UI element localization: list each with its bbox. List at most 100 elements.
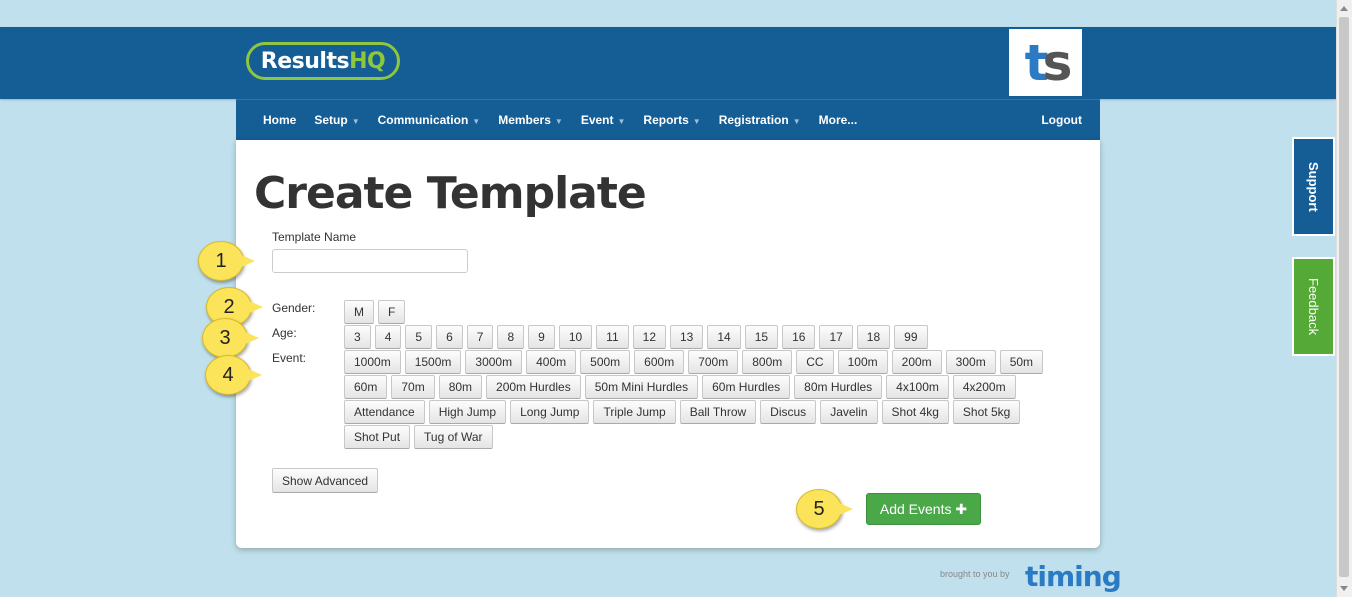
event-button-discus[interactable]: Discus (760, 400, 817, 424)
callout-5: 5 (796, 489, 853, 529)
event-button-shot-5kg[interactable]: Shot 5kg (952, 400, 1021, 424)
event-button-500m[interactable]: 500m (580, 350, 631, 374)
timing-solutions-logo: ts (1009, 29, 1082, 96)
nav-item-registration[interactable]: Registration ▼ (710, 113, 810, 127)
age-label: Age: (272, 326, 297, 340)
age-button-12[interactable]: 12 (632, 325, 666, 349)
event-row: 1000m 1500m 3000m 400m 500m 600m 700m 800m CC 100… (344, 350, 1044, 374)
gender-label: Gender: (272, 301, 316, 315)
event-button-300m[interactable]: 300m (945, 350, 996, 374)
template-name-label: Template Name (272, 230, 357, 244)
scroll-down-arrow-icon[interactable] (1340, 586, 1348, 591)
age-button-16[interactable]: 16 (782, 325, 816, 349)
gender-button-m[interactable]: M (344, 300, 374, 324)
resultshq-logo[interactable]: Results HQ (246, 42, 400, 80)
event-button-50m[interactable]: 50m (999, 350, 1044, 374)
callout-4: 4 (205, 355, 262, 395)
nav-item-members[interactable]: Members ▼ (489, 113, 572, 127)
page-title: Create Template (254, 168, 647, 219)
event-button-attendance[interactable]: Attendance (344, 400, 425, 424)
nav-item-label: Registration (718, 113, 789, 127)
event-button-javelin[interactable]: Javelin (820, 400, 878, 424)
caret-down-icon: ▼ (472, 117, 481, 126)
age-button-17[interactable]: 17 (819, 325, 853, 349)
nav-item-setup[interactable]: Setup ▼ (305, 113, 368, 127)
age-options: 3 4 5 6 7 8 9 10 11 12 13 14 15 16 17 18 99 (344, 325, 928, 349)
event-button-70m[interactable]: 70m (391, 375, 435, 399)
feedback-tab-label: Feedback (1306, 277, 1321, 336)
vertical-scrollbar[interactable] (1336, 0, 1352, 597)
event-button-60m-hurdles[interactable]: 60m Hurdles (702, 375, 791, 399)
event-button-200m-hurdles[interactable]: 200m Hurdles (486, 375, 581, 399)
brought-to-you-text: brought to you by (940, 569, 1010, 579)
event-button-700m[interactable]: 700m (688, 350, 739, 374)
event-button-600m[interactable]: 600m (634, 350, 685, 374)
caret-down-icon: ▼ (554, 117, 563, 126)
event-button-tug-of-war[interactable]: Tug of War (414, 425, 493, 449)
nav-item-reports[interactable]: Reports ▼ (634, 113, 709, 127)
scrollbar-thumb[interactable] (1339, 17, 1349, 577)
event-button-cc[interactable]: CC (796, 350, 834, 374)
age-button-4[interactable]: 4 (374, 325, 402, 349)
nav-items: Home Setup ▼ Communication ▼ Members ▼ Event ▼ Re… (236, 113, 866, 127)
gender-options: MF (344, 300, 406, 324)
event-label: Event: (272, 351, 307, 365)
age-button-11[interactable]: 11 (596, 325, 629, 349)
event-button-400m[interactable]: 400m (526, 350, 577, 374)
scroll-up-arrow-icon[interactable] (1340, 6, 1348, 11)
age-button-3[interactable]: 3 (344, 325, 371, 349)
nav-item-more[interactable]: More... (810, 113, 867, 127)
age-button-14[interactable]: 14 (707, 325, 741, 349)
logo-main-text: Results (260, 48, 350, 74)
event-button-80m-hurdles[interactable]: 80m Hurdles (794, 375, 883, 399)
event-button-triple-jump[interactable]: Triple Jump (593, 400, 676, 424)
event-row: Attendance High Jump Long Jump Triple Jump B… (344, 400, 1021, 424)
event-button-3000m[interactable]: 3000m (465, 350, 523, 374)
event-button-60m[interactable]: 60m (344, 375, 388, 399)
logout-link[interactable]: Logout (1041, 113, 1082, 127)
age-button-15[interactable]: 15 (744, 325, 779, 349)
nav-item-event[interactable]: Event ▼ (572, 113, 635, 127)
caret-down-icon: ▼ (692, 117, 701, 126)
nav-item-label: Home (263, 113, 297, 127)
nav-item-label: Members (498, 113, 551, 127)
create-template-card: Create Template Template Name Gender: Ag… (236, 140, 1100, 548)
template-name-input[interactable] (272, 249, 468, 273)
nav-item-home[interactable]: Home (236, 113, 305, 127)
nav-item-label: Setup (314, 113, 348, 127)
nav-item-communication[interactable]: Communication ▼ (369, 113, 490, 127)
event-button-4x100m[interactable]: 4x100m (886, 375, 949, 399)
event-button-ball-throw[interactable]: Ball Throw (679, 400, 757, 424)
feedback-tab[interactable]: Feedback (1292, 257, 1335, 356)
nav-item-label: More... (818, 113, 858, 127)
event-button-shot-put[interactable]: Shot Put (344, 425, 411, 449)
support-tab[interactable]: Support (1292, 137, 1335, 236)
gender-button-f[interactable]: F (378, 300, 406, 324)
show-advanced-button[interactable]: Show Advanced (272, 468, 379, 493)
add-events-button[interactable]: Add Events ✚ (866, 493, 981, 525)
ts-logo-t: t (1024, 33, 1049, 92)
nav-item-label: Communication (377, 113, 469, 127)
caret-down-icon: ▼ (351, 117, 360, 126)
event-button-800m[interactable]: 800m (742, 350, 793, 374)
event-button-1500m[interactable]: 1500m (404, 350, 462, 374)
event-button-long-jump[interactable]: Long Jump (510, 400, 590, 424)
callout-1: 1 (198, 241, 255, 281)
age-button-9[interactable]: 9 (528, 325, 555, 349)
age-button-10[interactable]: 10 (558, 325, 593, 349)
event-button-shot-4kg[interactable]: Shot 4kg (881, 400, 949, 424)
age-button-18[interactable]: 18 (856, 325, 891, 349)
event-button-50m-mini-hurdles[interactable]: 50m Mini Hurdles (584, 375, 699, 399)
event-button-high-jump[interactable]: High Jump (428, 400, 507, 424)
event-button-80m[interactable]: 80m (438, 375, 483, 399)
age-button-7[interactable]: 7 (466, 325, 494, 349)
age-button-8[interactable]: 8 (497, 325, 525, 349)
event-button-1000m[interactable]: 1000m (344, 350, 401, 374)
age-button-6[interactable]: 6 (436, 325, 463, 349)
age-button-5[interactable]: 5 (405, 325, 433, 349)
age-button-99[interactable]: 99 (894, 325, 928, 349)
event-button-4x200m[interactable]: 4x200m (952, 375, 1016, 399)
event-button-100m[interactable]: 100m (837, 350, 888, 374)
age-button-13[interactable]: 13 (670, 325, 704, 349)
event-button-200m[interactable]: 200m (891, 350, 942, 374)
